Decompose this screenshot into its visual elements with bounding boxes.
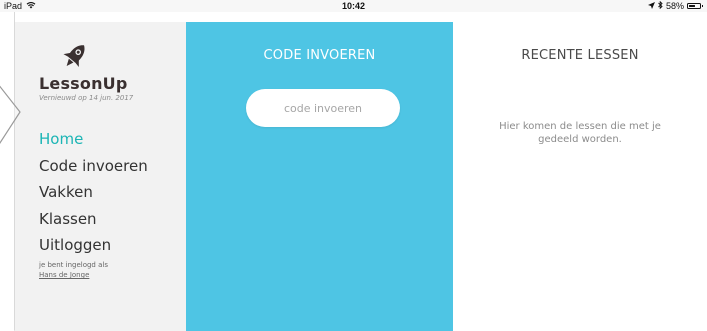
login-text: je bent ingelogd als [39, 261, 108, 269]
recent-lessons-empty-message: Hier komen de lessen die met je gedeeld … [499, 121, 661, 145]
sidebar-item-uitloggen[interactable]: Uitloggen [39, 232, 148, 259]
login-info: je bent ingelogd als Hans de Jonge [39, 260, 108, 280]
status-bar: iPad 10:42 58% [0, 0, 707, 12]
rocket-icon [57, 40, 93, 72]
code-input[interactable] [246, 89, 400, 127]
status-time: 10:42 [341, 1, 366, 11]
battery-icon [687, 3, 703, 9]
pointer-arrow-icon [0, 84, 46, 164]
code-panel-title: CODE INVOEREN [263, 48, 376, 63]
sidebar-item-code-invoeren[interactable]: Code invoeren [39, 153, 148, 180]
user-name-link[interactable]: Hans de Jonge [39, 270, 108, 280]
sidebar-item-klassen[interactable]: Klassen [39, 206, 148, 233]
sidebar-item-home[interactable]: Home [39, 126, 148, 153]
brand-block: LessonUp Vernieuwd op 14 jun. 2017 [39, 40, 133, 102]
battery-percent: 58% [665, 1, 684, 11]
code-panel: CODE INVOEREN [186, 22, 453, 331]
sidebar: LessonUp Vernieuwd op 14 jun. 2017 Home … [15, 22, 186, 331]
status-right: 58% [647, 0, 703, 12]
sidebar-item-vakken[interactable]: Vakken [39, 179, 148, 206]
battery-fill [689, 5, 695, 7]
window-edge [0, 12, 15, 331]
bluetooth-icon [658, 0, 663, 11]
sidebar-nav: Home Code invoeren Vakken Klassen Uitlog… [39, 126, 148, 259]
brand-updated-date: Vernieuwd op 14 jun. 2017 [39, 94, 134, 102]
recent-lessons-title: RECENTE LESSEN [521, 48, 639, 63]
brand-name: LessonUp [39, 74, 128, 93]
location-arrow-icon [647, 1, 655, 11]
recent-lessons-panel: RECENTE LESSEN Hier komen de lessen die … [453, 22, 707, 331]
